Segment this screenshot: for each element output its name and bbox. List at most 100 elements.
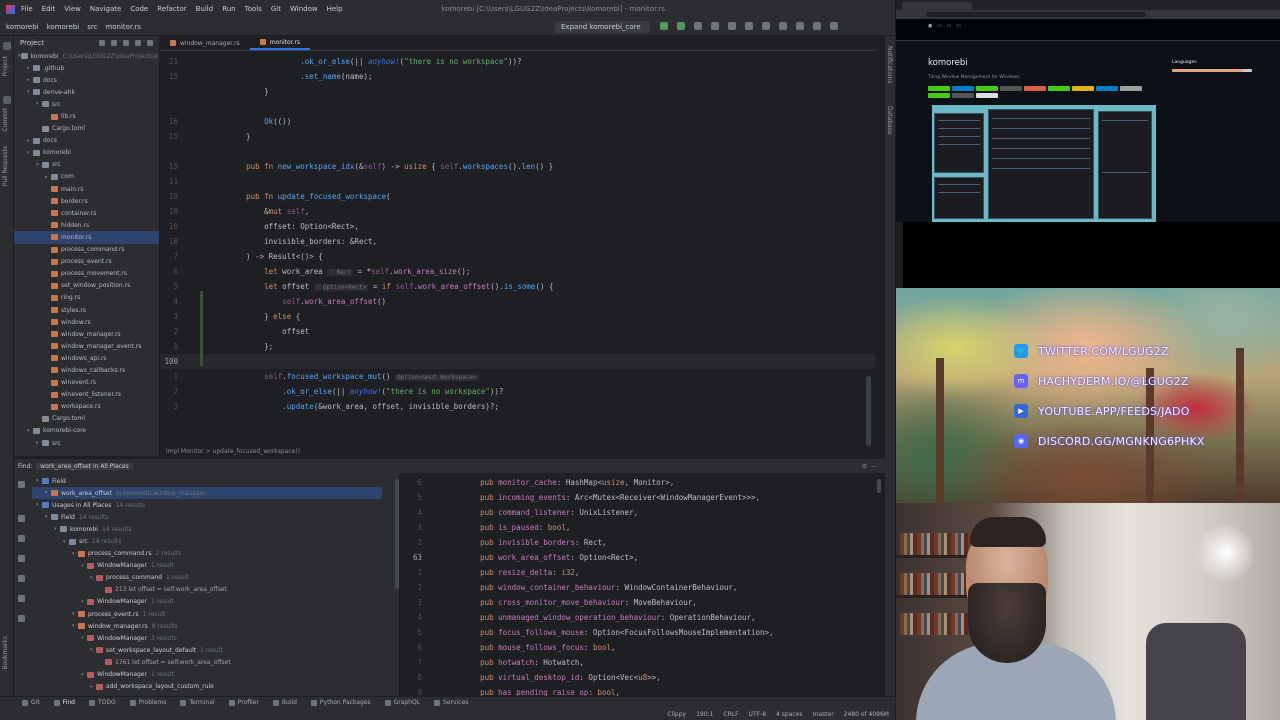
social-link[interactable]: 🐦 TWITTER.COM/LGUG2Z <box>1014 342 1169 360</box>
code-text[interactable]: invisible_borders: &Rect, <box>228 237 377 246</box>
find-result-row[interactable]: ▾ window_manager.rs 8 results <box>32 620 382 632</box>
code-text[interactable]: self.work_area_offset() <box>228 297 386 306</box>
menu-item-git[interactable]: Git <box>271 5 281 13</box>
badge[interactable] <box>1048 86 1070 91</box>
collapse-all-icon[interactable] <box>123 40 129 46</box>
line-number[interactable]: 1 <box>400 565 422 580</box>
menu-item-code[interactable]: Code <box>130 5 148 13</box>
code-text[interactable]: } else { <box>228 312 300 321</box>
code-text[interactable]: .ok_or_else(|| anyhow!("there is no work… <box>228 387 503 396</box>
badge[interactable] <box>1072 86 1094 91</box>
line-number[interactable]: 10 <box>160 204 178 219</box>
tree-file[interactable]: process_movement.rs <box>14 268 159 280</box>
menu-item-refactor[interactable]: Refactor <box>157 5 186 13</box>
badge[interactable] <box>952 93 974 98</box>
line-number[interactable]: 3 <box>400 595 422 610</box>
code-text[interactable]: let work_area : Rect = *self.work_area_s… <box>228 267 470 276</box>
find-result-row[interactable]: ▾ process_command.rs 2 results <box>32 548 382 560</box>
tree-folder[interactable]: ▸ com <box>14 171 159 183</box>
preview-line[interactable]: 63 pub work_area_offset: Option<Rect>, <box>400 550 885 565</box>
badge[interactable] <box>1024 86 1046 91</box>
tool-services[interactable]: Services <box>434 699 468 706</box>
line-number[interactable]: 4 <box>400 610 422 625</box>
tree-file[interactable]: window.rs <box>14 316 159 328</box>
line-number[interactable]: 3 <box>400 520 422 535</box>
tree-file[interactable]: Cargo.toml <box>14 413 159 425</box>
tree-folder[interactable]: ▾ derive-ahk <box>14 86 159 98</box>
line-number[interactable]: 21 <box>160 54 178 69</box>
line-number[interactable]: 7 <box>400 655 422 670</box>
badge[interactable] <box>928 86 950 91</box>
code-line[interactable]: 15 .set_name(name); <box>160 69 875 84</box>
code-editor[interactable]: window_manager.rs monitor.rs 21 .ok_or_el… <box>160 36 875 456</box>
menu-item-view[interactable]: View <box>64 5 81 13</box>
tree-folder[interactable]: ▾ komorebi-core <box>14 425 159 437</box>
breadcrumb-item[interactable]: komorebi <box>47 23 80 31</box>
find-result-row[interactable]: ▾ work_area_offset in komorebi.window_mana… <box>32 487 382 500</box>
tree-file[interactable]: windows_api.rs <box>14 352 159 364</box>
code-text[interactable]: pub window_container_behaviour: WindowCo… <box>462 583 737 592</box>
notifications-tool-label[interactable]: Notifications <box>886 46 893 84</box>
status-item[interactable]: master <box>813 711 834 718</box>
line-number[interactable]: 6 <box>160 264 178 279</box>
tree-folder[interactable]: ▸ .github <box>14 62 159 74</box>
find-results-tab[interactable]: work_area_offset in All Places <box>36 462 133 470</box>
find-result-row[interactable]: ▾ Field 14 results <box>32 511 382 523</box>
find-result-row[interactable]: 213 let offset = self.work_area_offset <box>32 584 382 596</box>
code-line[interactable]: 10 &mut self, <box>160 204 875 219</box>
code-text[interactable]: pub hotwatch: Hotwatch, <box>462 658 584 667</box>
tree-file[interactable]: winevent.rs <box>14 377 159 389</box>
project-panel-title[interactable]: Project <box>20 39 44 47</box>
preview-line[interactable]: 7 pub hotwatch: Hotwatch, <box>400 655 885 670</box>
settings-icon[interactable] <box>18 555 25 562</box>
tree-file[interactable]: lib.rs <box>14 110 159 122</box>
line-number[interactable]: 3 <box>160 309 178 324</box>
line-number[interactable]: 4 <box>400 505 422 520</box>
menu-item-help[interactable]: Help <box>327 5 343 13</box>
code-text[interactable]: pub incoming_events: Arc<Mutex<Receiver<… <box>462 493 760 502</box>
status-item[interactable]: UTF-8 <box>749 711 767 718</box>
line-number[interactable]: 2 <box>400 580 422 595</box>
code-text[interactable]: pub fn update_focused_workspace( <box>228 192 391 201</box>
repo-name[interactable]: komorebi <box>928 58 968 68</box>
line-number[interactable]: 10 <box>160 219 178 234</box>
tree-file[interactable]: hidden.rs <box>14 219 159 231</box>
tree-file[interactable]: monitor.rs <box>14 231 159 244</box>
code-text[interactable]: }; <box>228 342 273 351</box>
debug-icon[interactable] <box>677 22 685 30</box>
code-text[interactable]: self.focused_workspace_mut() Option<&mut… <box>228 372 479 381</box>
code-text[interactable]: .update(&work_area, offset, invisible_bo… <box>228 402 499 411</box>
tree-file[interactable]: windows_callbacks.rs <box>14 364 159 376</box>
line-number[interactable]: 5 <box>400 490 422 505</box>
code-line[interactable]: } <box>160 84 875 99</box>
repo-nav[interactable]: ● ▭ ▭ ▭ <box>928 23 961 29</box>
preview-line[interactable]: 2 pub invisible_borders: Rect, <box>400 535 885 550</box>
line-number[interactable]: 15 <box>160 159 178 174</box>
line-number[interactable]: 10 <box>160 234 178 249</box>
line-number[interactable]: 2 <box>160 324 178 339</box>
social-link[interactable]: m HACHYDERM.IO/@LGUG2Z <box>1014 372 1189 390</box>
search-icon[interactable] <box>813 22 821 30</box>
line-number[interactable]: 3 <box>160 399 178 414</box>
menu-item-window[interactable]: Window <box>290 5 318 13</box>
tree-file[interactable]: Cargo.toml <box>14 123 159 135</box>
tree-file[interactable]: process_command.rs <box>14 244 159 256</box>
pull-requests-tool-label[interactable]: Pull Requests <box>2 146 9 186</box>
commit-tool-icon[interactable] <box>3 96 11 104</box>
menu-item-run[interactable]: Run <box>222 5 235 13</box>
code-line[interactable]: 1 }; <box>160 339 875 354</box>
tree-folder[interactable]: ▾komorebiC:\Users\LGUG2Z\IdeaProjects\ko… <box>14 50 159 62</box>
code-line[interactable]: 3 .update(&work_area, offset, invisible_… <box>160 399 875 414</box>
badge[interactable] <box>976 86 998 91</box>
tool-problems[interactable]: Problems <box>129 699 166 706</box>
status-item[interactable]: 2480 of 4096M <box>844 711 889 718</box>
line-number[interactable]: 1 <box>160 369 178 384</box>
tree-folder[interactable]: ▾ src <box>14 98 159 110</box>
hide-icon[interactable] <box>147 40 153 46</box>
code-text[interactable]: pub fn new_workspace_idx(&self) -> usize… <box>228 162 553 171</box>
code-text[interactable]: pub resize_delta: i32, <box>462 568 579 577</box>
tree-file[interactable]: main.rs <box>14 183 159 195</box>
preview-line[interactable]: 3 pub is_paused: bool, <box>400 520 885 535</box>
tool-python-packages[interactable]: Python Packages <box>310 699 371 706</box>
code-line[interactable]: 2 .ok_or_else(|| anyhow!("there is no wo… <box>160 384 875 399</box>
